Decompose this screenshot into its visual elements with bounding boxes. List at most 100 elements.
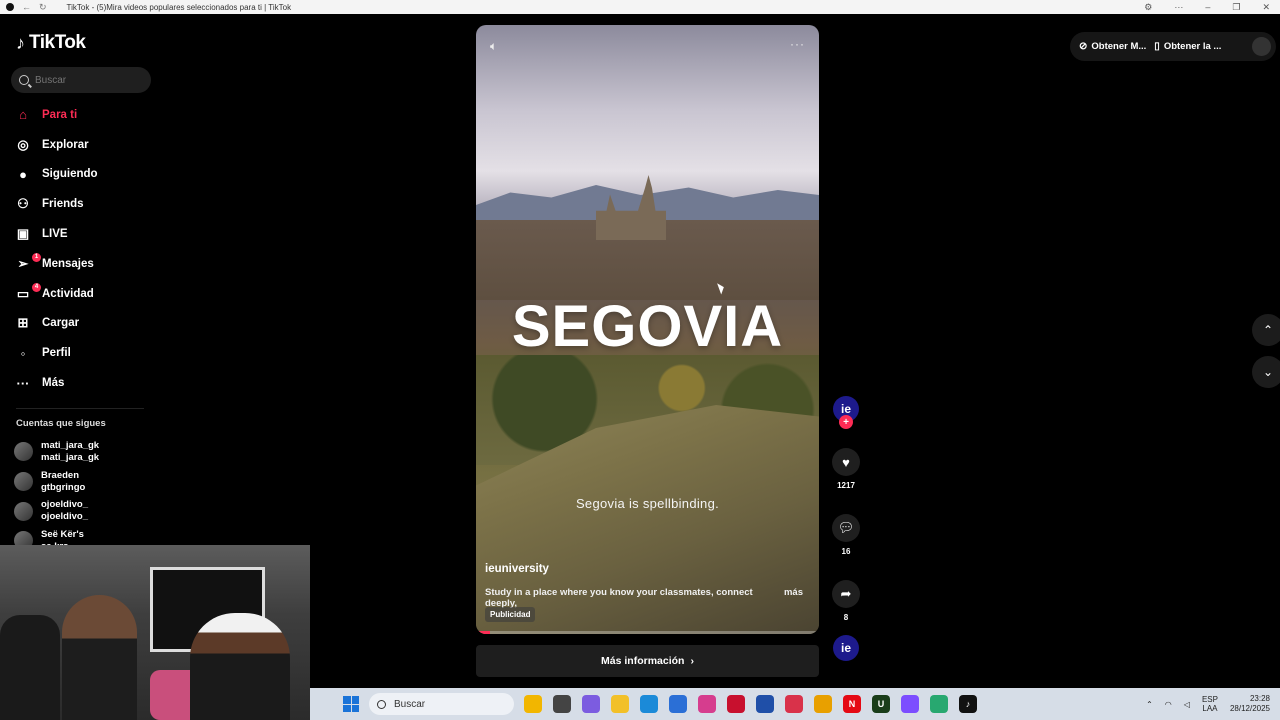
chrome-icon[interactable] bbox=[814, 695, 832, 713]
following-account[interactable]: ojoeldivo_ ojoeldivo_ bbox=[14, 496, 99, 526]
search-box[interactable] bbox=[11, 67, 151, 93]
more-info-label: Más información bbox=[601, 655, 685, 667]
chevron-down-icon: ⌄ bbox=[1262, 365, 1274, 379]
instagram-icon[interactable] bbox=[698, 695, 716, 713]
tray-chevron-icon[interactable]: ⌃ bbox=[1146, 700, 1153, 709]
video-overlay-title: SEGOVIA bbox=[511, 294, 784, 359]
video-description-row: Study in a place where you know your cla… bbox=[485, 587, 815, 609]
following-account[interactable]: Braeden gtbgringo bbox=[14, 467, 99, 497]
get-app-button[interactable]: ▯ Obtener la ... bbox=[1154, 41, 1221, 52]
minimize-icon[interactable]: – bbox=[1205, 2, 1210, 12]
wifi-icon[interactable]: ◠ bbox=[1165, 700, 1172, 709]
volume-icon[interactable]: 🔈︎ bbox=[490, 39, 497, 54]
sidebar-item-label: Cargar bbox=[42, 317, 80, 330]
video-more-icon[interactable]: ··· bbox=[790, 37, 805, 51]
clock-date: 28/12/2025 bbox=[1229, 704, 1270, 713]
sidebar-item-label: Friends bbox=[42, 198, 84, 211]
description-more-link[interactable]: más bbox=[784, 587, 815, 609]
restore-icon[interactable]: ❐ bbox=[1232, 2, 1240, 13]
shield-app-icon[interactable] bbox=[756, 695, 774, 713]
language-indicator[interactable]: ESP LAA bbox=[1202, 695, 1218, 713]
next-video-button[interactable]: ⌄ bbox=[1252, 356, 1280, 388]
task-view-icon[interactable] bbox=[553, 695, 571, 713]
edge-icon[interactable] bbox=[640, 695, 658, 713]
sidebar-item-explorar[interactable]: ◎ Explorar bbox=[14, 130, 98, 160]
close-icon[interactable]: ✕ bbox=[1262, 2, 1270, 13]
sidebar-item-más[interactable]: ··· Más bbox=[14, 368, 98, 398]
extensions-icon[interactable]: ⚙ bbox=[1144, 2, 1152, 13]
tiktok-logo[interactable]: ♪ TikTok bbox=[16, 32, 86, 54]
following-avatar-icon: ● bbox=[19, 166, 27, 182]
sidebar-item-label: Actividad bbox=[42, 287, 94, 300]
heart-icon: ♥ bbox=[842, 454, 850, 470]
speaker-icon[interactable]: ◁ bbox=[1184, 700, 1190, 709]
follow-plus-icon[interactable]: + bbox=[839, 415, 853, 429]
file-explorer-icon[interactable] bbox=[524, 695, 542, 713]
share-button[interactable]: ➦ bbox=[832, 580, 860, 608]
copilot-icon[interactable] bbox=[582, 695, 600, 713]
video-caption: Segovia is spellbinding. bbox=[575, 496, 720, 511]
phone-icon: ▯ bbox=[1154, 41, 1160, 52]
user-avatar[interactable] bbox=[1252, 37, 1271, 56]
creator-avatar[interactable]: ie + bbox=[833, 396, 859, 429]
avatar bbox=[14, 442, 33, 462]
video-description: Study in a place where you know your cla… bbox=[485, 587, 753, 609]
windows-start-icon[interactable] bbox=[343, 696, 359, 712]
video-username[interactable]: ieuniversity bbox=[485, 563, 549, 575]
following-account[interactable]: mati_jara_gk mati_jara_gk bbox=[14, 437, 99, 467]
friends-icon: ⚇ bbox=[17, 196, 29, 212]
sidebar-item-cargar[interactable]: ⊞ Cargar bbox=[14, 309, 98, 339]
sidebar-item-para-ti[interactable]: ⌂ Para ti bbox=[14, 100, 98, 130]
sidebar-item-actividad[interactable]: ▭ 4 Actividad bbox=[14, 279, 98, 309]
top-right-actions: ⊘ Obtener M... ▯ Obtener la ... bbox=[1070, 32, 1276, 61]
chevron-up-icon: ⌃ bbox=[1262, 323, 1274, 337]
get-coins-button[interactable]: ⊘ Obtener M... bbox=[1079, 41, 1146, 52]
tab-title: TikTok - (5)Mira videos populares selecc… bbox=[66, 2, 292, 12]
sidebar-item-mensajes[interactable]: ➢ 1 Mensajes bbox=[14, 249, 98, 279]
music-disc-text: ie bbox=[840, 641, 851, 655]
taskbar-clock[interactable]: 23:28 28/12/2025 bbox=[1230, 694, 1270, 714]
more-info-button[interactable]: Más información › bbox=[476, 645, 819, 677]
sidebar-item-siguiendo[interactable]: ● Siguiendo bbox=[14, 160, 98, 190]
app-green-icon[interactable] bbox=[930, 695, 948, 713]
like-button[interactable]: ♥ bbox=[832, 448, 860, 476]
sidebar-item-perfil[interactable]: ◦ Perfil bbox=[14, 338, 98, 368]
comment-button[interactable]: 💬︎ bbox=[832, 514, 860, 542]
taskbar-search-icon bbox=[377, 699, 386, 709]
sidebar-item-live[interactable]: ▣ LIVE bbox=[14, 219, 98, 249]
sidebar-item-label: Para ti bbox=[42, 108, 78, 121]
webcam-chair bbox=[0, 615, 60, 720]
store-icon[interactable] bbox=[669, 695, 687, 713]
reload-icon[interactable]: ↻ bbox=[39, 2, 47, 13]
comment-icon: 💬︎ bbox=[837, 520, 855, 535]
previous-video-button[interactable]: ⌃ bbox=[1252, 314, 1280, 346]
chrome-alt-icon[interactable] bbox=[901, 695, 919, 713]
sidebar-item-friends[interactable]: ⚇ Friends bbox=[14, 189, 98, 219]
tiktok-note-icon: ♪ bbox=[16, 32, 25, 53]
taskbar-apps: N U ♪ bbox=[524, 695, 977, 713]
windows-taskbar: Buscar N U ♪ ⌃ ◠ ◁ ESP LAA 23:28 28/12/202… bbox=[310, 688, 1280, 720]
taskbar-search[interactable]: Buscar bbox=[369, 693, 514, 715]
tiktok-app-icon[interactable]: ♪ bbox=[959, 695, 977, 713]
share-count: 8 bbox=[843, 613, 849, 622]
upload-plus-icon: ⊞ bbox=[17, 315, 29, 331]
clock-time: 23:28 bbox=[1249, 694, 1270, 703]
logo-text: TikTok bbox=[29, 32, 86, 53]
folder-icon[interactable] bbox=[611, 695, 629, 713]
upwork-icon[interactable]: U bbox=[872, 695, 890, 713]
avatar bbox=[14, 501, 33, 521]
browser-menu-icon[interactable]: ··· bbox=[1174, 2, 1183, 12]
ad-badge: Publicidad bbox=[485, 607, 536, 622]
video-progress-bar[interactable] bbox=[476, 631, 819, 634]
music-disc-avatar[interactable]: ie bbox=[833, 635, 859, 661]
netflix-icon[interactable]: N bbox=[843, 695, 861, 713]
inbox-icon: ▭ bbox=[16, 285, 30, 301]
profile-avatar-icon: ◦ bbox=[20, 345, 26, 361]
like-count: 1217 bbox=[837, 481, 855, 490]
screen-record-icon[interactable] bbox=[785, 695, 803, 713]
back-icon[interactable]: ← bbox=[22, 2, 31, 12]
search-input[interactable] bbox=[35, 74, 135, 86]
app-red-icon[interactable] bbox=[727, 695, 745, 713]
video-player[interactable]: 🔈︎ ··· SEGOVIA Segovia is spellbinding. … bbox=[476, 25, 819, 634]
browser-title-bar: ← ↻ TikTok - (5)Mira videos populares se… bbox=[0, 0, 1280, 14]
